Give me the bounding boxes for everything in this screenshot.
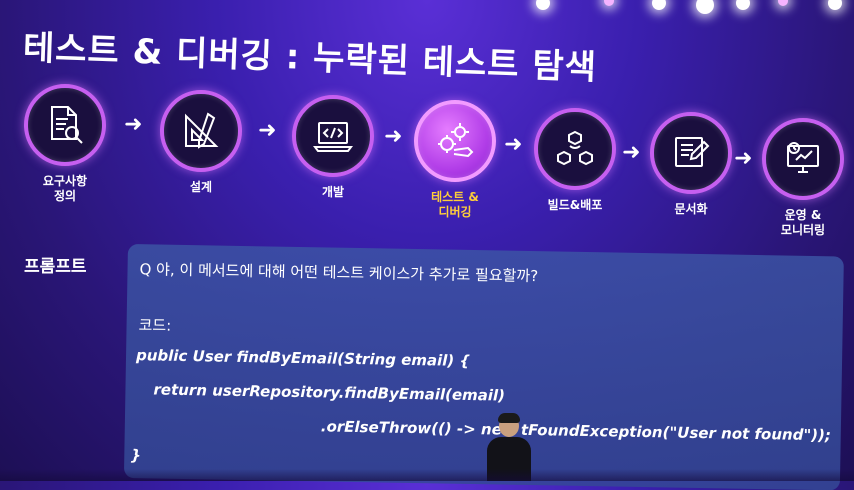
step-label: 개발	[321, 185, 345, 199]
cubes-deploy-icon	[557, 130, 593, 166]
code-line-4: }	[130, 446, 142, 465]
step-label: 운영 & 모니터링	[780, 208, 826, 237]
step-circle	[534, 108, 616, 190]
arrow-right-icon: ➜	[504, 132, 523, 157]
ruler-pencil-icon	[185, 112, 219, 149]
step-design: 설계	[156, 90, 246, 195]
step-test-debug: 테스트 & 디버깅	[410, 100, 500, 220]
step-label: 요구사항 정의	[42, 174, 88, 203]
prompt-panel: Q 야, 이 메서드에 대해 어떤 테스트 케이스가 추가로 필요할까? 코드:…	[123, 244, 844, 490]
step-documentation: 문서화	[646, 112, 736, 217]
step-build-deploy: 빌드&배포	[530, 108, 620, 213]
monitor-gauge-icon	[787, 142, 819, 173]
arrow-right-icon: ➜	[124, 112, 143, 137]
code-line-3: .orElseThrow(() -> new tFoundException("…	[320, 417, 832, 445]
step-circle	[650, 112, 732, 194]
arrow-right-icon: ➜	[734, 146, 753, 171]
step-label: 문서화	[674, 202, 708, 216]
prompt-label: 프롬프트	[24, 257, 87, 277]
code-line-1: public User findByEmail(String email) {	[135, 346, 471, 370]
laptop-code-icon	[313, 122, 353, 152]
process-flow: 요구사항 정의 ➜ 설계 ➜ 개발 ➜ 테스트 & 디버깅 ➜ 빌드&배포 ➜ …	[0, 0, 854, 240]
stage-floor	[0, 469, 854, 481]
step-circle	[292, 95, 374, 177]
step-development: 개발	[288, 95, 378, 200]
code-line-2: return userRepository.findByEmail(email)	[153, 380, 506, 405]
document-pen-icon	[675, 137, 710, 167]
step-operations-monitoring: 운영 & 모니터링	[758, 118, 848, 238]
step-circle	[160, 90, 242, 172]
step-circle	[762, 118, 844, 200]
step-requirements: 요구사항 정의	[20, 84, 110, 204]
document-search-icon	[51, 106, 83, 144]
arrow-right-icon: ➜	[258, 118, 277, 143]
code-label: 코드:	[138, 316, 172, 335]
step-label-active: 테스트 & 디버깅	[431, 190, 479, 219]
gear-wrench-icon	[438, 123, 474, 158]
step-circle	[24, 84, 106, 166]
arrow-right-icon: ➜	[622, 140, 641, 165]
presenter-hair	[498, 413, 520, 423]
step-label: 설계	[189, 180, 213, 194]
step-label: 빌드&배포	[547, 198, 603, 212]
prompt-question: Q 야, 이 메서드에 대해 어떤 테스트 케이스가 추가로 필요할까?	[139, 260, 539, 286]
arrow-right-icon: ➜	[384, 124, 403, 149]
step-circle-active	[414, 100, 496, 182]
